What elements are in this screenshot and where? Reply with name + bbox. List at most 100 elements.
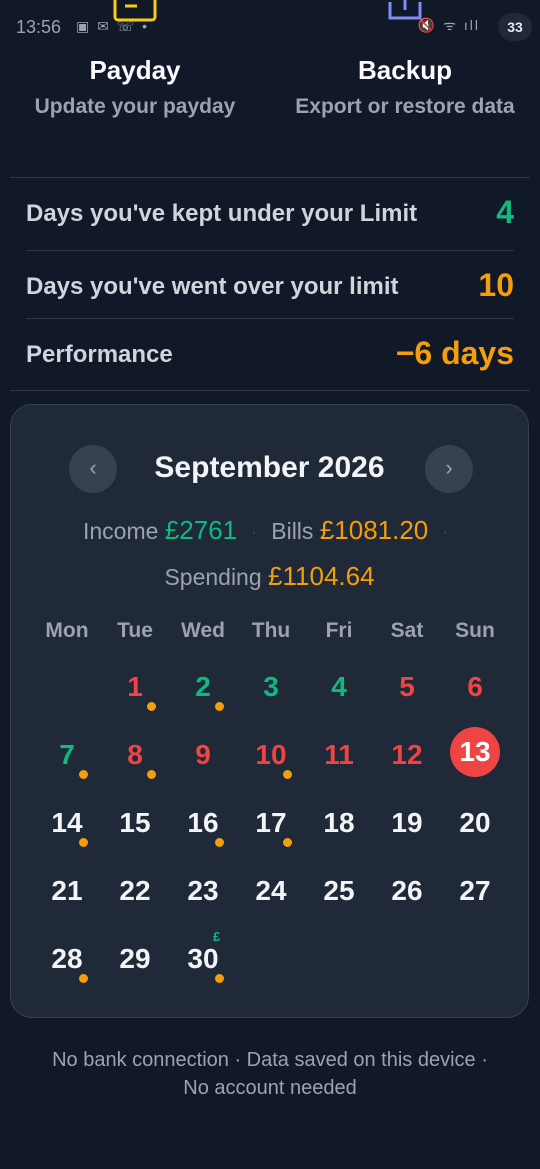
- day-number: 9: [195, 739, 211, 770]
- stat-performance: Performance −6 days: [26, 318, 514, 386]
- day-number: 19: [391, 807, 423, 838]
- day-number: 2: [195, 671, 211, 702]
- backup-title: Backup: [358, 55, 452, 85]
- stat-over-limit: Days you've went over your limit 10: [26, 250, 514, 318]
- day-number: 16: [187, 807, 219, 838]
- spending-dot: [283, 838, 292, 847]
- calendar-day[interactable]: 30 £: [169, 923, 237, 991]
- battery-indicator: 33: [498, 13, 532, 41]
- calendar-day[interactable]: 29: [101, 923, 169, 991]
- weekday-label: Wed: [181, 619, 225, 642]
- today-highlight: 13: [450, 727, 500, 777]
- bills-label: Bills: [271, 518, 314, 544]
- spending-dot: [215, 702, 224, 711]
- calendar-day[interactable]: 20: [441, 787, 509, 855]
- day-number: 14: [51, 807, 83, 838]
- day-number: 6: [467, 671, 483, 702]
- calendar-day[interactable]: 10: [237, 719, 305, 787]
- day-number: 21: [51, 875, 83, 906]
- spending-dot: [283, 770, 292, 779]
- day-number: 1: [127, 671, 143, 702]
- calendar-day-today[interactable]: 13: [441, 719, 509, 787]
- month-summary-spending: Spending £1104.64: [11, 561, 528, 592]
- calendar-day[interactable]: 5: [373, 651, 441, 719]
- backup-subtitle: Export or restore data: [295, 95, 515, 118]
- calendar-day[interactable]: 11: [305, 719, 373, 787]
- wallet-icon: [113, 0, 157, 22]
- calendar-day[interactable]: 22: [101, 855, 169, 923]
- spending-label: Spending: [164, 564, 262, 590]
- day-number: 3: [263, 671, 279, 702]
- calendar-day[interactable]: 7: [33, 719, 101, 787]
- next-month-button[interactable]: ›: [425, 445, 473, 493]
- spending-dot: [79, 838, 88, 847]
- calendar-day[interactable]: 21: [33, 855, 101, 923]
- calendar-day[interactable]: 12: [373, 719, 441, 787]
- stat-value: 10: [478, 267, 514, 303]
- separator: ·: [442, 524, 448, 541]
- calendar-day[interactable]: 6: [441, 651, 509, 719]
- footer-line-2: No account needed: [183, 1077, 357, 1099]
- weekday-label: Fri: [325, 619, 353, 642]
- spending-dot: [79, 770, 88, 779]
- spending-dot: [79, 974, 88, 983]
- spending-dot: [147, 702, 156, 711]
- spending-dot: [147, 770, 156, 779]
- calendar-day[interactable]: 23: [169, 855, 237, 923]
- spending-dot: [215, 838, 224, 847]
- day-number: 23: [187, 875, 219, 906]
- weekday-label: Thu: [251, 619, 291, 642]
- calendar-day[interactable]: 24: [237, 855, 305, 923]
- calendar-day[interactable]: 19: [373, 787, 441, 855]
- day-number: 11: [324, 739, 354, 770]
- calendar-day[interactable]: 14: [33, 787, 101, 855]
- calendar-day[interactable]: 2: [169, 651, 237, 719]
- weekday-label: Tue: [117, 619, 153, 642]
- bills-value: £1081.20: [319, 515, 429, 545]
- status-time: 13:56: [16, 17, 62, 37]
- income-value: £2761: [164, 515, 238, 545]
- calendar-day[interactable]: 1: [101, 651, 169, 719]
- weekday-label: Sat: [390, 619, 424, 642]
- bill-marker: £: [213, 929, 221, 944]
- day-number: 18: [323, 807, 355, 838]
- calendar-day[interactable]: 25: [305, 855, 373, 923]
- payday-subtitle: Update your payday: [34, 95, 236, 118]
- day-number: 20: [459, 807, 491, 838]
- stat-label: Days you've went over your limit: [26, 273, 399, 300]
- month-summary-income-bills: Income £2761 · Bills £1081.20 ·: [11, 515, 528, 546]
- day-number: 4: [331, 671, 347, 702]
- upload-icon: [388, 0, 422, 20]
- day-number: 29: [119, 943, 151, 974]
- day-number: 8: [127, 739, 143, 770]
- day-number: 15: [119, 807, 151, 838]
- weekday-label: Mon: [45, 619, 89, 642]
- calendar-day[interactable]: 26: [373, 855, 441, 923]
- day-number: 27: [459, 875, 491, 906]
- day-number: 10: [255, 739, 287, 770]
- calendar-day[interactable]: 9: [169, 719, 237, 787]
- calendar-day[interactable]: 28: [33, 923, 101, 991]
- day-number: 17: [255, 807, 287, 838]
- day-number: 22: [119, 875, 151, 906]
- calendar-day[interactable]: 8: [101, 719, 169, 787]
- calendar-day[interactable]: 17: [237, 787, 305, 855]
- stat-value: 4: [496, 194, 514, 230]
- calendar-day[interactable]: 4: [305, 651, 373, 719]
- footer-line-1: No bank connection · Data saved on this …: [52, 1049, 488, 1071]
- day-number: 26: [391, 875, 423, 906]
- chevron-right-icon: ›: [445, 455, 453, 480]
- calendar-day[interactable]: 18: [305, 787, 373, 855]
- signal-icons: 🔇 ᯤ ıll: [417, 17, 480, 33]
- calendar-day[interactable]: 16: [169, 787, 237, 855]
- stat-label: Days you've kept under your Limit: [26, 200, 418, 227]
- spending-dot: [215, 974, 224, 983]
- day-number: 28: [51, 943, 83, 974]
- calendar-day[interactable]: 27: [441, 855, 509, 923]
- calendar-day[interactable]: 3: [237, 651, 305, 719]
- status-bar: 13:56 ▣ ✉ ☏ • 🔇 ᯤ ıll 33: [0, 0, 540, 50]
- calendar-day[interactable]: 15: [101, 787, 169, 855]
- day-number: 24: [255, 875, 287, 906]
- weekday-label: Sun: [455, 619, 495, 642]
- day-number: 25: [323, 875, 355, 906]
